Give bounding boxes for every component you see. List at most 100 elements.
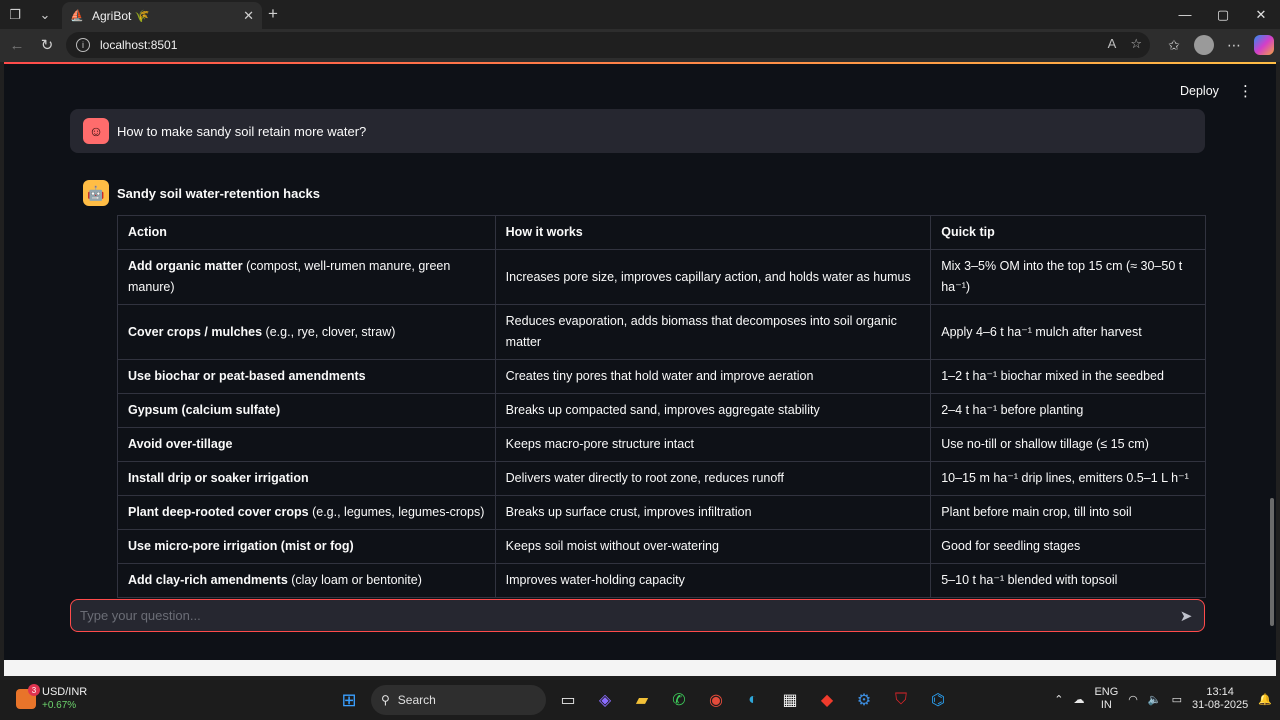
favorite-star-icon[interactable]: ☆: [1130, 36, 1142, 52]
whatsapp-icon[interactable]: ✆: [664, 684, 694, 716]
search-label: Search: [397, 693, 436, 707]
water-retention-table: Action How it works Quick tip Add organi…: [117, 215, 1206, 598]
table-row: Avoid over-tillage Keeps macro-pore stru…: [117, 427, 1206, 462]
tip-cell: Plant before main crop, till into soil: [930, 495, 1206, 530]
how-cell: Keeps macro-pore structure intact: [494, 427, 932, 462]
page-bottom-strip: [4, 660, 1276, 676]
action-cell: Plant deep-rooted cover crops (e.g., leg…: [117, 495, 496, 530]
currency-widget[interactable]: 3 USD/INR +0.67%: [16, 684, 88, 712]
maximize-icon[interactable]: ▢: [1204, 0, 1242, 29]
anydesk-icon[interactable]: ◆: [812, 684, 842, 716]
tip-cell: Good for seedling stages: [930, 529, 1206, 564]
tab-actions-chevron-icon[interactable]: ⌄: [30, 0, 60, 29]
tip-cell: 5–10 t ha⁻¹ blended with topsoil: [930, 563, 1206, 598]
table-header-row: Action How it works Quick tip: [117, 215, 1206, 250]
action-cell: Install drip or soaker irrigation: [117, 461, 496, 496]
store-icon[interactable]: ▦: [775, 684, 805, 716]
ticker-name: USD/INR: [42, 686, 88, 698]
taskbar: 3 USD/INR +0.67% ⊞ ⚲ Search ▭ ◈ ▰ ✆ ◉ ◐ …: [0, 680, 1280, 720]
how-cell: Reduces evaporation, adds biomass that d…: [494, 304, 932, 360]
site-info-icon[interactable]: i: [76, 38, 90, 52]
search-icon: ⚲: [381, 693, 390, 707]
notification-badge: 3: [28, 684, 40, 696]
more-options-icon[interactable]: ⋯: [1222, 33, 1246, 57]
profile-avatar[interactable]: [1194, 35, 1214, 55]
tip-cell: Apply 4–6 t ha⁻¹ mulch after harvest: [930, 304, 1206, 360]
vscode-icon[interactable]: ⌬: [923, 684, 953, 716]
wifi-icon[interactable]: ◠: [1128, 693, 1138, 706]
back-icon[interactable]: ←: [2, 30, 32, 60]
app-header-decoration: [4, 62, 1276, 64]
read-aloud-icon[interactable]: A: [1108, 36, 1117, 52]
how-cell: Breaks up compacted sand, improves aggre…: [494, 393, 932, 428]
action-cell: Cover crops / mulches (e.g., rye, clover…: [117, 304, 496, 360]
send-icon[interactable]: ➤: [1168, 601, 1204, 631]
header-action: Action: [117, 215, 496, 250]
battery-icon[interactable]: ▭: [1172, 693, 1182, 706]
chat-input[interactable]: [80, 608, 1168, 623]
user-avatar-icon: ☺: [83, 118, 109, 144]
action-cell: Add clay-rich amendments (clay loam or b…: [117, 563, 496, 598]
app-viewport: Deploy ⋮ ☺ How to make sandy soil retain…: [4, 62, 1276, 660]
tip-cell: Use no-till or shallow tillage (≤ 15 cm): [930, 427, 1206, 462]
close-tab-icon[interactable]: ✕: [243, 8, 254, 24]
browser-tab-agribot[interactable]: ⛵ AgriBot 🌾 ✕: [62, 2, 262, 29]
how-cell: Creates tiny pores that hold water and i…: [494, 359, 932, 394]
header-how-it-works: How it works: [494, 215, 932, 250]
browser-tab-strip: ❐ ⌄ ⛵ AgriBot 🌾 ✕ + — ▢ ✕: [0, 0, 1280, 29]
tip-cell: 2–4 t ha⁻¹ before planting: [930, 393, 1206, 428]
table-row: Add clay-rich amendments (clay loam or b…: [117, 563, 1206, 598]
python-icon[interactable]: ⚙: [849, 684, 879, 716]
currency-chart-icon: 3: [16, 684, 40, 709]
action-cell: Use micro-pore irrigation (mist or fog): [117, 529, 496, 564]
minimize-icon[interactable]: —: [1166, 0, 1204, 29]
notification-bell-icon[interactable]: 🔔: [1258, 693, 1272, 706]
action-cell: Avoid over-tillage: [117, 427, 496, 462]
url-text: localhost:8501: [100, 38, 178, 52]
tip-cell: 10–15 m ha⁻¹ drip lines, emitters 0.5–1 …: [930, 461, 1206, 496]
language-indicator[interactable]: ENG IN: [1094, 686, 1118, 712]
table-row: Plant deep-rooted cover crops (e.g., leg…: [117, 495, 1206, 530]
onedrive-cloud-icon[interactable]: ☁: [1073, 693, 1084, 706]
window-controls: — ▢ ✕: [1166, 0, 1280, 29]
bot-avatar-icon: 🤖: [83, 180, 109, 206]
how-cell: Keeps soil moist without over-watering: [494, 529, 932, 564]
clock[interactable]: 13:14 31-08-2025: [1192, 686, 1248, 712]
file-explorer-icon[interactable]: ▰: [627, 684, 657, 716]
assistant-message: 🤖 Sandy soil water-retention hacks: [83, 180, 320, 206]
ticker-change: +0.67%: [42, 700, 77, 711]
how-cell: Breaks up surface crust, improves infilt…: [494, 495, 932, 530]
workspaces-icon[interactable]: ❐: [0, 0, 30, 29]
mcafee-icon[interactable]: ⛉: [886, 684, 916, 716]
favorites-icon[interactable]: ✩: [1162, 33, 1186, 57]
start-windows-icon[interactable]: ⊞: [334, 684, 364, 716]
chrome-icon[interactable]: ◉: [701, 684, 731, 716]
task-view-icon[interactable]: ▭: [553, 684, 583, 716]
close-window-icon[interactable]: ✕: [1242, 0, 1280, 29]
user-message: ☺ How to make sandy soil retain more wat…: [70, 109, 1205, 153]
table-row: Add organic matter (compost, well-rumen …: [117, 249, 1206, 305]
new-tab-icon[interactable]: +: [268, 4, 278, 24]
table-row: Use biochar or peat-based amendments Cre…: [117, 359, 1206, 394]
edge-icon[interactable]: ◐: [738, 684, 768, 716]
chat-input-box: ➤: [70, 599, 1205, 632]
table-row: Gypsum (calcium sulfate) Breaks up compa…: [117, 393, 1206, 428]
browser-toolbar: ← ↻ i localhost:8501 A ☆ ✩ ⋯: [0, 29, 1280, 62]
scrollbar-thumb[interactable]: [1270, 498, 1274, 626]
copilot-icon[interactable]: [1254, 35, 1274, 55]
address-bar[interactable]: i localhost:8501 A ☆: [66, 32, 1150, 58]
deploy-button[interactable]: Deploy: [1180, 84, 1219, 98]
table-row: Cover crops / mulches (e.g., rye, clover…: [117, 304, 1206, 360]
streamlit-favicon-icon: ⛵: [70, 10, 84, 22]
tip-cell: 1–2 t ha⁻¹ biochar mixed in the seedbed: [930, 359, 1206, 394]
refresh-icon[interactable]: ↻: [32, 30, 62, 60]
how-cell: Increases pore size, improves capillary …: [494, 249, 932, 305]
tip-cell: Mix 3–5% OM into the top 15 cm (≈ 30–50 …: [930, 249, 1206, 305]
action-cell: Gypsum (calcium sulfate): [117, 393, 496, 428]
header-quick-tip: Quick tip: [930, 215, 1206, 250]
copilot-app-icon[interactable]: ◈: [590, 684, 620, 716]
volume-icon[interactable]: 🔈: [1148, 693, 1162, 706]
taskbar-search[interactable]: ⚲ Search: [371, 685, 546, 715]
show-hidden-icons-chevron-icon[interactable]: ⌃: [1054, 693, 1063, 706]
main-menu-icon[interactable]: ⋮: [1238, 82, 1253, 100]
